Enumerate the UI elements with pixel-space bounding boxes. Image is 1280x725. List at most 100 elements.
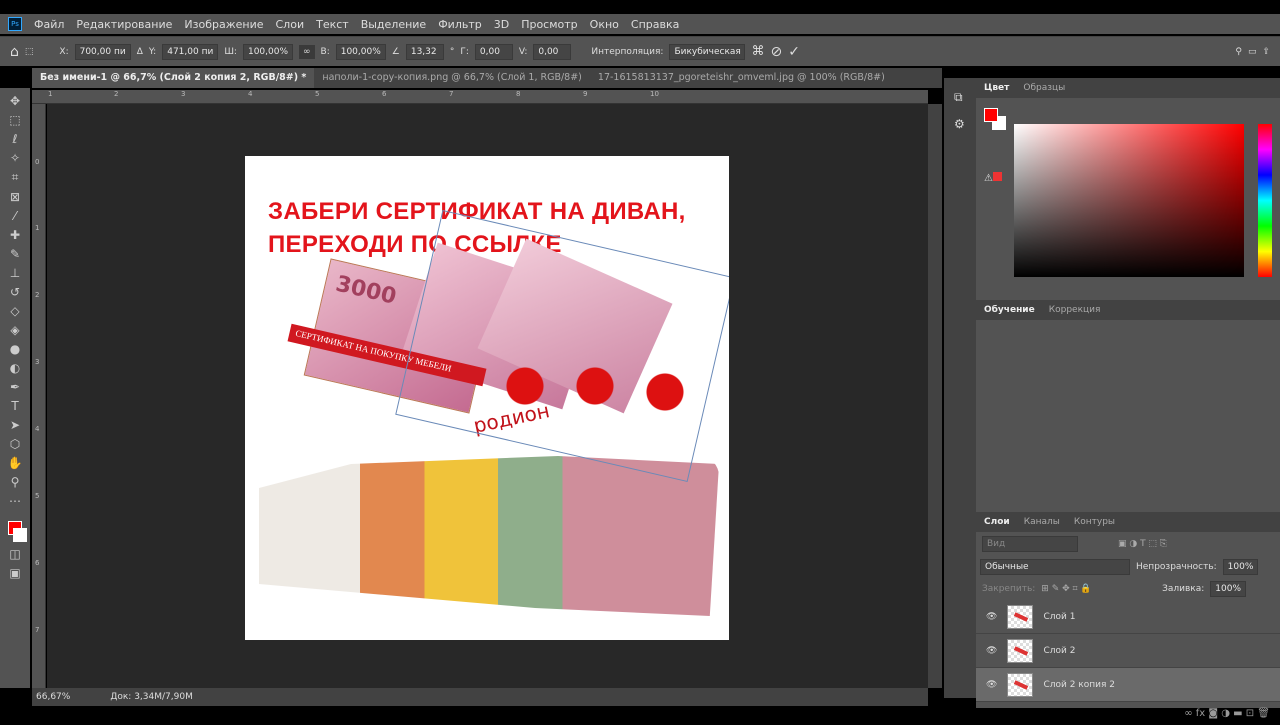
- type-tool-icon[interactable]: T: [11, 399, 18, 413]
- marquee-tool-icon[interactable]: ⬚: [9, 113, 20, 127]
- document-size: Док: 3,34M/7,90M: [110, 692, 193, 702]
- fg-color-swatch[interactable]: [984, 108, 998, 122]
- document-canvas[interactable]: ЗАБЕРИ СЕРТИФИКАТ НА ДИВАН, ПЕРЕХОДИ ПО …: [245, 156, 729, 640]
- menu-help[interactable]: Справка: [631, 18, 679, 31]
- history-icon[interactable]: ⧉: [954, 90, 966, 105]
- tab-paths[interactable]: Контуры: [1074, 517, 1115, 527]
- properties-icon[interactable]: ⚙: [954, 117, 966, 131]
- background-color-swatch[interactable]: [13, 528, 27, 542]
- color-field[interactable]: [1014, 124, 1244, 277]
- ruler-label: 4: [248, 90, 253, 98]
- tab-adjustments[interactable]: Коррекция: [1049, 305, 1101, 315]
- angle-input[interactable]: 13,32: [405, 43, 444, 60]
- width-input[interactable]: 100,00%: [242, 43, 294, 60]
- dodge-tool-icon[interactable]: ◐: [10, 361, 20, 375]
- move-tool-icon[interactable]: ✥: [10, 94, 20, 108]
- menu-view[interactable]: Просмотр: [521, 18, 577, 31]
- shape-tool-icon[interactable]: ⬡: [10, 437, 20, 451]
- interpolation-select[interactable]: Бикубическая: [669, 43, 746, 60]
- blur-tool-icon[interactable]: ●: [10, 342, 20, 356]
- tab-channels[interactable]: Каналы: [1024, 517, 1060, 527]
- fill-input[interactable]: 100%: [1210, 581, 1246, 597]
- layer-name[interactable]: Слой 2 копия 2: [1043, 680, 1115, 690]
- transform-icon[interactable]: ⬚: [25, 47, 34, 57]
- magic-wand-tool-icon[interactable]: ✧: [10, 151, 20, 165]
- eye-icon[interactable]: 👁: [986, 680, 997, 690]
- eye-icon[interactable]: 👁: [986, 646, 997, 656]
- healing-tool-icon[interactable]: ✚: [10, 228, 20, 242]
- menu-filter[interactable]: Фильтр: [438, 18, 482, 31]
- menu-select[interactable]: Выделение: [361, 18, 427, 31]
- hskew-input[interactable]: 0,00: [474, 43, 513, 60]
- tab-document-1[interactable]: Без имени-1 @ 66,7% (Слой 2 копия 2, RGB…: [32, 68, 315, 88]
- layer-name[interactable]: Слой 1: [1043, 612, 1075, 622]
- ruler-label: 0: [35, 158, 40, 166]
- tab-document-2[interactable]: наполи-1-copy-копия.png @ 66,7% (Слой 1,…: [314, 68, 590, 88]
- opacity-input[interactable]: 100%: [1222, 559, 1259, 575]
- ruler-label: 2: [35, 291, 40, 299]
- blend-mode-select[interactable]: Обычные: [980, 559, 1130, 575]
- share-icon[interactable]: ⇪: [1262, 47, 1270, 57]
- menu-image[interactable]: Изображение: [184, 18, 263, 31]
- lock-icons[interactable]: ⊞ ✎ ✥ ⌗ 🔒: [1041, 584, 1091, 594]
- vskew-label: V:: [518, 46, 528, 57]
- filter-icons[interactable]: ▣ ◑ T ⬚ ⎘: [1118, 539, 1167, 549]
- commit-icon[interactable]: ✓: [788, 44, 800, 60]
- zoom-tool-icon[interactable]: ⚲: [11, 475, 20, 489]
- layer-row[interactable]: 👁 Слой 1: [976, 600, 1280, 634]
- menu-type[interactable]: Текст: [316, 18, 349, 31]
- crop-tool-icon[interactable]: ⌗: [12, 170, 19, 185]
- eraser-tool-icon[interactable]: ◇: [10, 304, 19, 318]
- hue-slider[interactable]: [1258, 124, 1272, 277]
- bucket-tool-icon[interactable]: ◈: [10, 323, 19, 337]
- tab-learn[interactable]: Обучение: [984, 305, 1035, 315]
- stamp-tool-icon[interactable]: ⊥: [10, 266, 20, 280]
- eye-icon[interactable]: 👁: [986, 612, 997, 622]
- layer-filter-input[interactable]: Вид: [982, 536, 1078, 552]
- workspace-icon[interactable]: ▭: [1248, 47, 1257, 57]
- warp-icon[interactable]: ⌘: [751, 44, 764, 59]
- tab-layers[interactable]: Слои: [984, 517, 1010, 527]
- menu-3d[interactable]: 3D: [494, 18, 509, 31]
- search-icon[interactable]: ⚲: [1235, 47, 1242, 57]
- banknote-value: 3000: [333, 271, 399, 310]
- vertical-scrollbar[interactable]: [928, 104, 942, 688]
- eyedropper-tool-icon[interactable]: ⁄: [14, 209, 16, 223]
- vskew-input[interactable]: 0,00: [533, 43, 572, 60]
- lasso-tool-icon[interactable]: ℓ: [13, 132, 18, 146]
- tab-swatches[interactable]: Образцы: [1023, 83, 1065, 93]
- more-tools-icon[interactable]: ⋯: [9, 494, 21, 508]
- quick-mask-icon[interactable]: ◫: [9, 547, 20, 561]
- layer-name[interactable]: Слой 2: [1043, 646, 1075, 656]
- link-icon[interactable]: ∞: [299, 44, 315, 59]
- gamut-warning-icon[interactable]: ⚠: [984, 172, 1002, 184]
- frame-tool-icon[interactable]: ⊠: [10, 190, 20, 204]
- menu-layers[interactable]: Слои: [276, 18, 305, 31]
- ruler-label: 8: [516, 90, 521, 98]
- menu-window[interactable]: Окно: [590, 18, 619, 31]
- menu-file[interactable]: Файл: [34, 18, 64, 31]
- path-select-tool-icon[interactable]: ➤: [10, 418, 20, 432]
- pen-tool-icon[interactable]: ✒: [10, 380, 20, 394]
- y-input[interactable]: 471,00 пи: [162, 43, 219, 60]
- x-input[interactable]: 700,00 пи: [74, 43, 131, 60]
- hand-tool-icon[interactable]: ✋: [8, 456, 23, 470]
- tab-document-3[interactable]: 17-1615813137_pgoreteishr_omveml.jpg @ 1…: [590, 68, 893, 88]
- ruler-label: 5: [35, 492, 40, 500]
- tab-color[interactable]: Цвет: [984, 83, 1009, 93]
- transform-bounding-box[interactable]: [395, 209, 729, 483]
- zoom-level[interactable]: 66,67%: [36, 692, 70, 702]
- screen-mode-icon[interactable]: ▣: [9, 566, 20, 580]
- layer-actions[interactable]: ∞ fx ◙ ◑ ▬ ⊡ 🗑: [976, 702, 1280, 725]
- menu-edit[interactable]: Редактирование: [76, 18, 172, 31]
- interpolation-label: Интерполяция:: [591, 46, 664, 57]
- home-icon[interactable]: ⌂: [10, 44, 19, 60]
- brush-tool-icon[interactable]: ✎: [10, 247, 20, 261]
- layer-row-selected[interactable]: 👁 Слой 2 копия 2: [976, 668, 1280, 702]
- delta-icon[interactable]: Δ: [137, 47, 143, 57]
- history-brush-icon[interactable]: ↺: [10, 285, 20, 299]
- height-input[interactable]: 100,00%: [335, 43, 386, 60]
- layer-row[interactable]: 👁 Слой 2: [976, 634, 1280, 668]
- cancel-icon[interactable]: ⊘: [770, 44, 782, 60]
- ruler-label: 3: [35, 358, 40, 366]
